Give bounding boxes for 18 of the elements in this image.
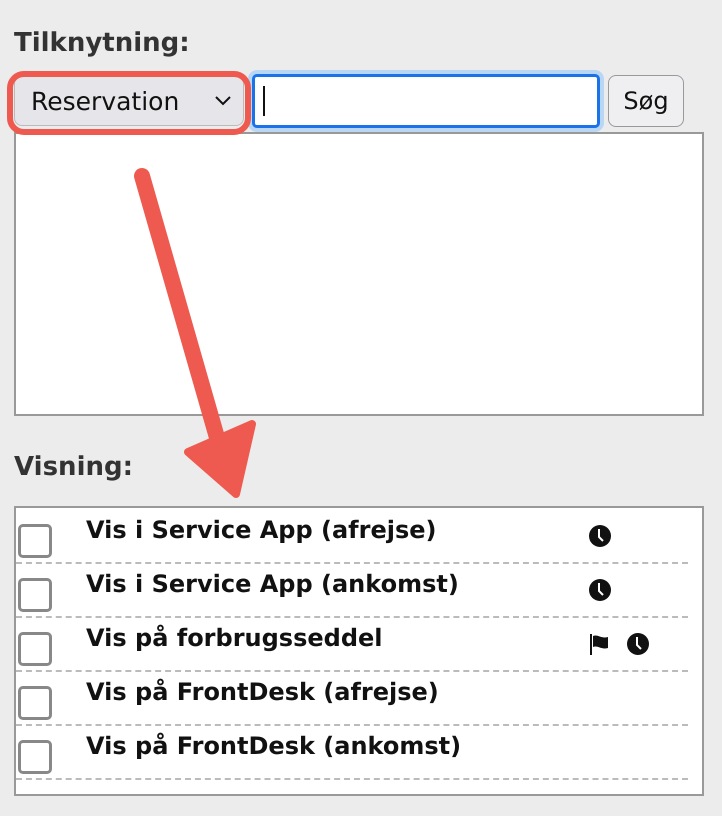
section-heading: Visning: bbox=[14, 451, 134, 484]
clock-icon bbox=[588, 524, 612, 548]
option-label: Vis i Service App (ankomst) bbox=[86, 570, 460, 598]
option-label: Vis på FrontDesk (afrejse) bbox=[86, 678, 440, 706]
checkbox[interactable] bbox=[18, 632, 52, 666]
search-button[interactable]: Søg bbox=[608, 75, 684, 127]
checkbox[interactable] bbox=[18, 524, 52, 558]
checkbox[interactable] bbox=[18, 686, 52, 720]
clock-icon bbox=[588, 578, 612, 602]
section-heading: Tilknytning: bbox=[14, 27, 191, 60]
clock-icon bbox=[626, 632, 650, 656]
option-label: Vis på forbrugsseddel bbox=[86, 624, 384, 652]
option-label: Vis i Service App (afrejse) bbox=[86, 516, 438, 544]
option-label: Vis på FrontDesk (ankomst) bbox=[86, 732, 462, 760]
checkbox[interactable] bbox=[18, 578, 52, 612]
chevron-icon bbox=[215, 96, 231, 106]
checkbox[interactable] bbox=[18, 740, 52, 774]
type-dropdown[interactable]: Reservation bbox=[14, 76, 244, 126]
